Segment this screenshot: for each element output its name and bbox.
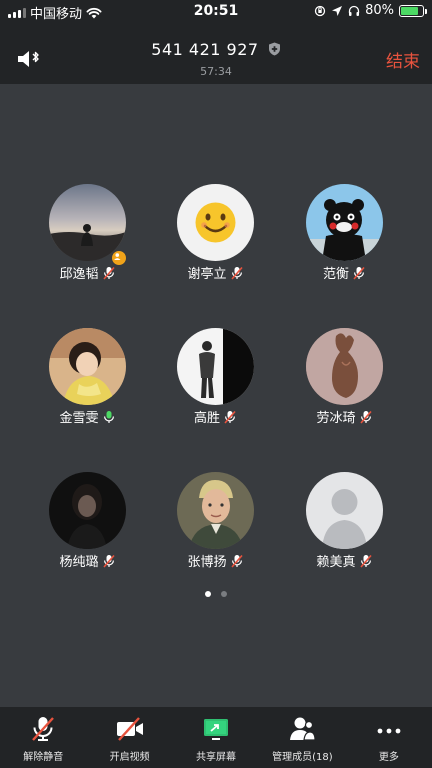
participant-name: 劳冰琦 <box>316 411 356 426</box>
participant-tile[interactable]: 谢亭立 <box>160 184 270 284</box>
participant-name: 高胜 <box>193 411 220 426</box>
participant-name-row: 赖美真 <box>289 551 399 570</box>
mic-muted-icon <box>102 554 115 568</box>
page-dot-1[interactable] <box>205 591 211 597</box>
mic-muted-icon <box>230 554 243 568</box>
manage-members-label: 管理成员(18) <box>272 752 333 763</box>
mic-muted-icon <box>32 717 55 741</box>
participant-name: 谢亭立 <box>187 267 227 282</box>
page-indicator[interactable] <box>0 591 432 597</box>
participant-tile[interactable]: 金雪雯 <box>32 328 142 428</box>
manage-members-button[interactable]: 管理成员(18) <box>259 707 345 768</box>
mic-active-icon <box>103 410 114 423</box>
participant-name-row: 杨纯璐 <box>32 551 142 570</box>
more-icon <box>377 728 401 734</box>
start-video-label: 开启视频 <box>109 752 150 763</box>
start-video-button[interactable]: 开启视频 <box>86 707 172 768</box>
participant-name-row: 张博扬 <box>160 551 270 570</box>
participant-tile[interactable]: 赖美真 <box>289 472 399 572</box>
participant-name: 杨纯璐 <box>59 555 99 570</box>
participant-avatar <box>177 472 254 549</box>
participant-name: 范衡 <box>322 267 349 282</box>
participant-name: 邱逸韬 <box>59 267 99 282</box>
mic-muted-icon <box>359 554 372 568</box>
participant-avatar <box>49 184 126 261</box>
more-label: 更多 <box>378 752 399 763</box>
page-dot-2[interactable] <box>221 591 227 597</box>
participant-tile[interactable]: 邱逸韬 <box>32 184 142 284</box>
unmute-button[interactable]: 解除静音 <box>0 707 86 768</box>
participant-name: 张博扬 <box>187 555 227 570</box>
participant-name-row: 邱逸韬 <box>32 263 142 282</box>
mic-muted-icon <box>359 410 372 424</box>
participant-grid: 邱逸韬 谢亭立 范衡 金雪雯 高胜 劳冰琦 杨纯璐 张博扬 赖美真 <box>0 0 432 600</box>
mic-muted-icon <box>224 410 236 424</box>
participant-avatar <box>177 328 254 405</box>
unmute-label: 解除静音 <box>23 752 64 763</box>
participant-tile[interactable]: 高胜 <box>160 328 270 428</box>
participant-name: 赖美真 <box>316 555 356 570</box>
participant-avatar <box>306 472 383 549</box>
share-screen-icon <box>204 719 229 740</box>
participant-avatar <box>306 328 383 405</box>
participant-avatar <box>49 328 126 405</box>
participant-name: 金雪雯 <box>59 411 99 426</box>
participant-tile[interactable]: 劳冰琦 <box>289 328 399 428</box>
participant-avatar <box>177 184 254 261</box>
participant-avatar <box>49 472 126 549</box>
mic-muted-icon <box>102 266 115 280</box>
participant-name-row: 金雪雯 <box>32 407 142 426</box>
share-screen-label: 共享屏幕 <box>196 752 237 763</box>
participant-name-row: 谢亭立 <box>160 263 270 282</box>
participant-name-row: 劳冰琦 <box>289 407 399 426</box>
participant-tile[interactable]: 杨纯璐 <box>32 472 142 572</box>
meeting-toolbar: 解除静音 开启视频 共享屏幕 管理成员(18) 更多 <box>0 707 432 768</box>
participant-tile[interactable]: 范衡 <box>289 184 399 284</box>
participant-avatar <box>306 184 383 261</box>
participant-name-row: 范衡 <box>289 263 399 282</box>
members-icon <box>290 717 317 741</box>
mic-muted-icon <box>230 266 243 280</box>
mic-muted-icon <box>353 266 365 280</box>
participant-tile[interactable]: 张博扬 <box>160 472 270 572</box>
share-screen-button[interactable]: 共享屏幕 <box>173 707 259 768</box>
more-button[interactable]: 更多 <box>346 707 432 768</box>
participant-name-row: 高胜 <box>160 407 270 426</box>
video-off-icon <box>116 717 143 741</box>
